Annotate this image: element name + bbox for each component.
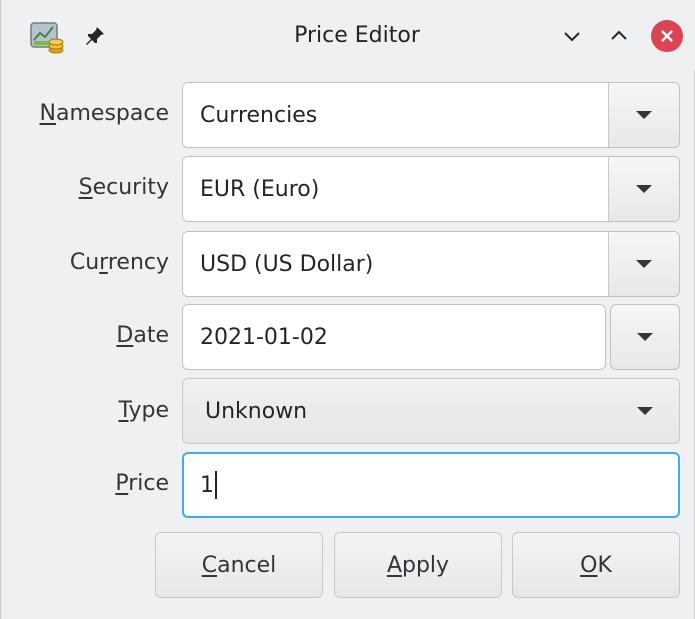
price-input[interactable]: 1 [182, 452, 680, 518]
apply-button[interactable]: Apply [334, 532, 502, 598]
security-label: Security [78, 175, 169, 200]
chevron-down-icon [636, 260, 652, 268]
window-title: Price Editor [294, 23, 420, 48]
date-picker-button[interactable] [610, 304, 680, 370]
minimize-button[interactable] [556, 20, 588, 52]
date-label: Date [116, 323, 169, 348]
pin-icon[interactable] [83, 24, 107, 48]
type-select[interactable]: Unknown [182, 378, 680, 444]
namespace-value[interactable]: Currencies [183, 83, 608, 147]
maximize-icon [611, 30, 627, 40]
close-button[interactable] [651, 20, 683, 52]
chevron-down-icon [637, 333, 653, 341]
price-label: Price [115, 471, 169, 496]
price-value: 1 [200, 472, 214, 498]
title-bar[interactable]: Price Editor [1, 0, 695, 70]
close-icon [661, 30, 673, 42]
namespace-label: Namespace [39, 101, 169, 126]
security-value[interactable]: EUR (Euro) [183, 157, 608, 221]
currency-combo[interactable]: USD (US Dollar) [182, 231, 680, 297]
minimize-icon [564, 32, 580, 42]
text-cursor [215, 471, 217, 499]
type-value: Unknown [205, 398, 308, 424]
maximize-button[interactable] [603, 20, 635, 52]
app-icon[interactable] [29, 20, 65, 56]
price-editor-window: Price Editor Namespace Currencies Securi… [0, 0, 695, 619]
security-dropdown-button[interactable] [608, 157, 679, 221]
currency-label: Currency [69, 250, 169, 275]
namespace-dropdown-button[interactable] [608, 83, 679, 147]
chevron-down-icon [637, 407, 653, 415]
ok-button[interactable]: OK [512, 532, 680, 598]
date-input[interactable]: 2021-01-02 [182, 304, 606, 370]
namespace-combo[interactable]: Currencies [182, 82, 680, 148]
type-label: Type [118, 398, 169, 423]
chevron-down-icon [636, 111, 652, 119]
cancel-button[interactable]: Cancel [155, 532, 323, 598]
currency-dropdown-button[interactable] [608, 232, 679, 296]
security-combo[interactable]: EUR (Euro) [182, 156, 680, 222]
currency-value[interactable]: USD (US Dollar) [183, 232, 608, 296]
chevron-down-icon [636, 185, 652, 193]
